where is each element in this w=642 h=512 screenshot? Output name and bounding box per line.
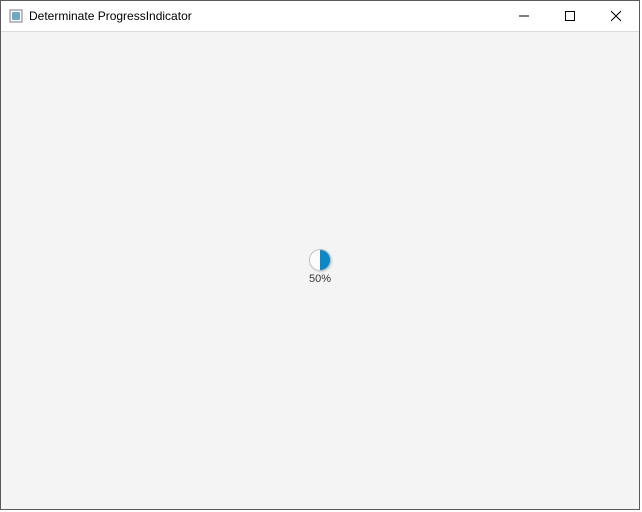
- progress-indicator: 50%: [309, 249, 331, 285]
- application-window: Determinate ProgressIndicator 50%: [0, 0, 640, 510]
- close-button[interactable]: [593, 1, 639, 31]
- progress-label: 50%: [309, 273, 331, 285]
- content-area: 50%: [1, 32, 639, 509]
- window-controls: [501, 1, 639, 31]
- title-left: Determinate ProgressIndicator: [9, 9, 192, 23]
- maximize-button[interactable]: [547, 1, 593, 31]
- app-icon: [9, 9, 23, 23]
- minimize-button[interactable]: [501, 1, 547, 31]
- window-title: Determinate ProgressIndicator: [29, 9, 192, 23]
- titlebar: Determinate ProgressIndicator: [1, 1, 639, 32]
- progress-pie: [309, 249, 331, 271]
